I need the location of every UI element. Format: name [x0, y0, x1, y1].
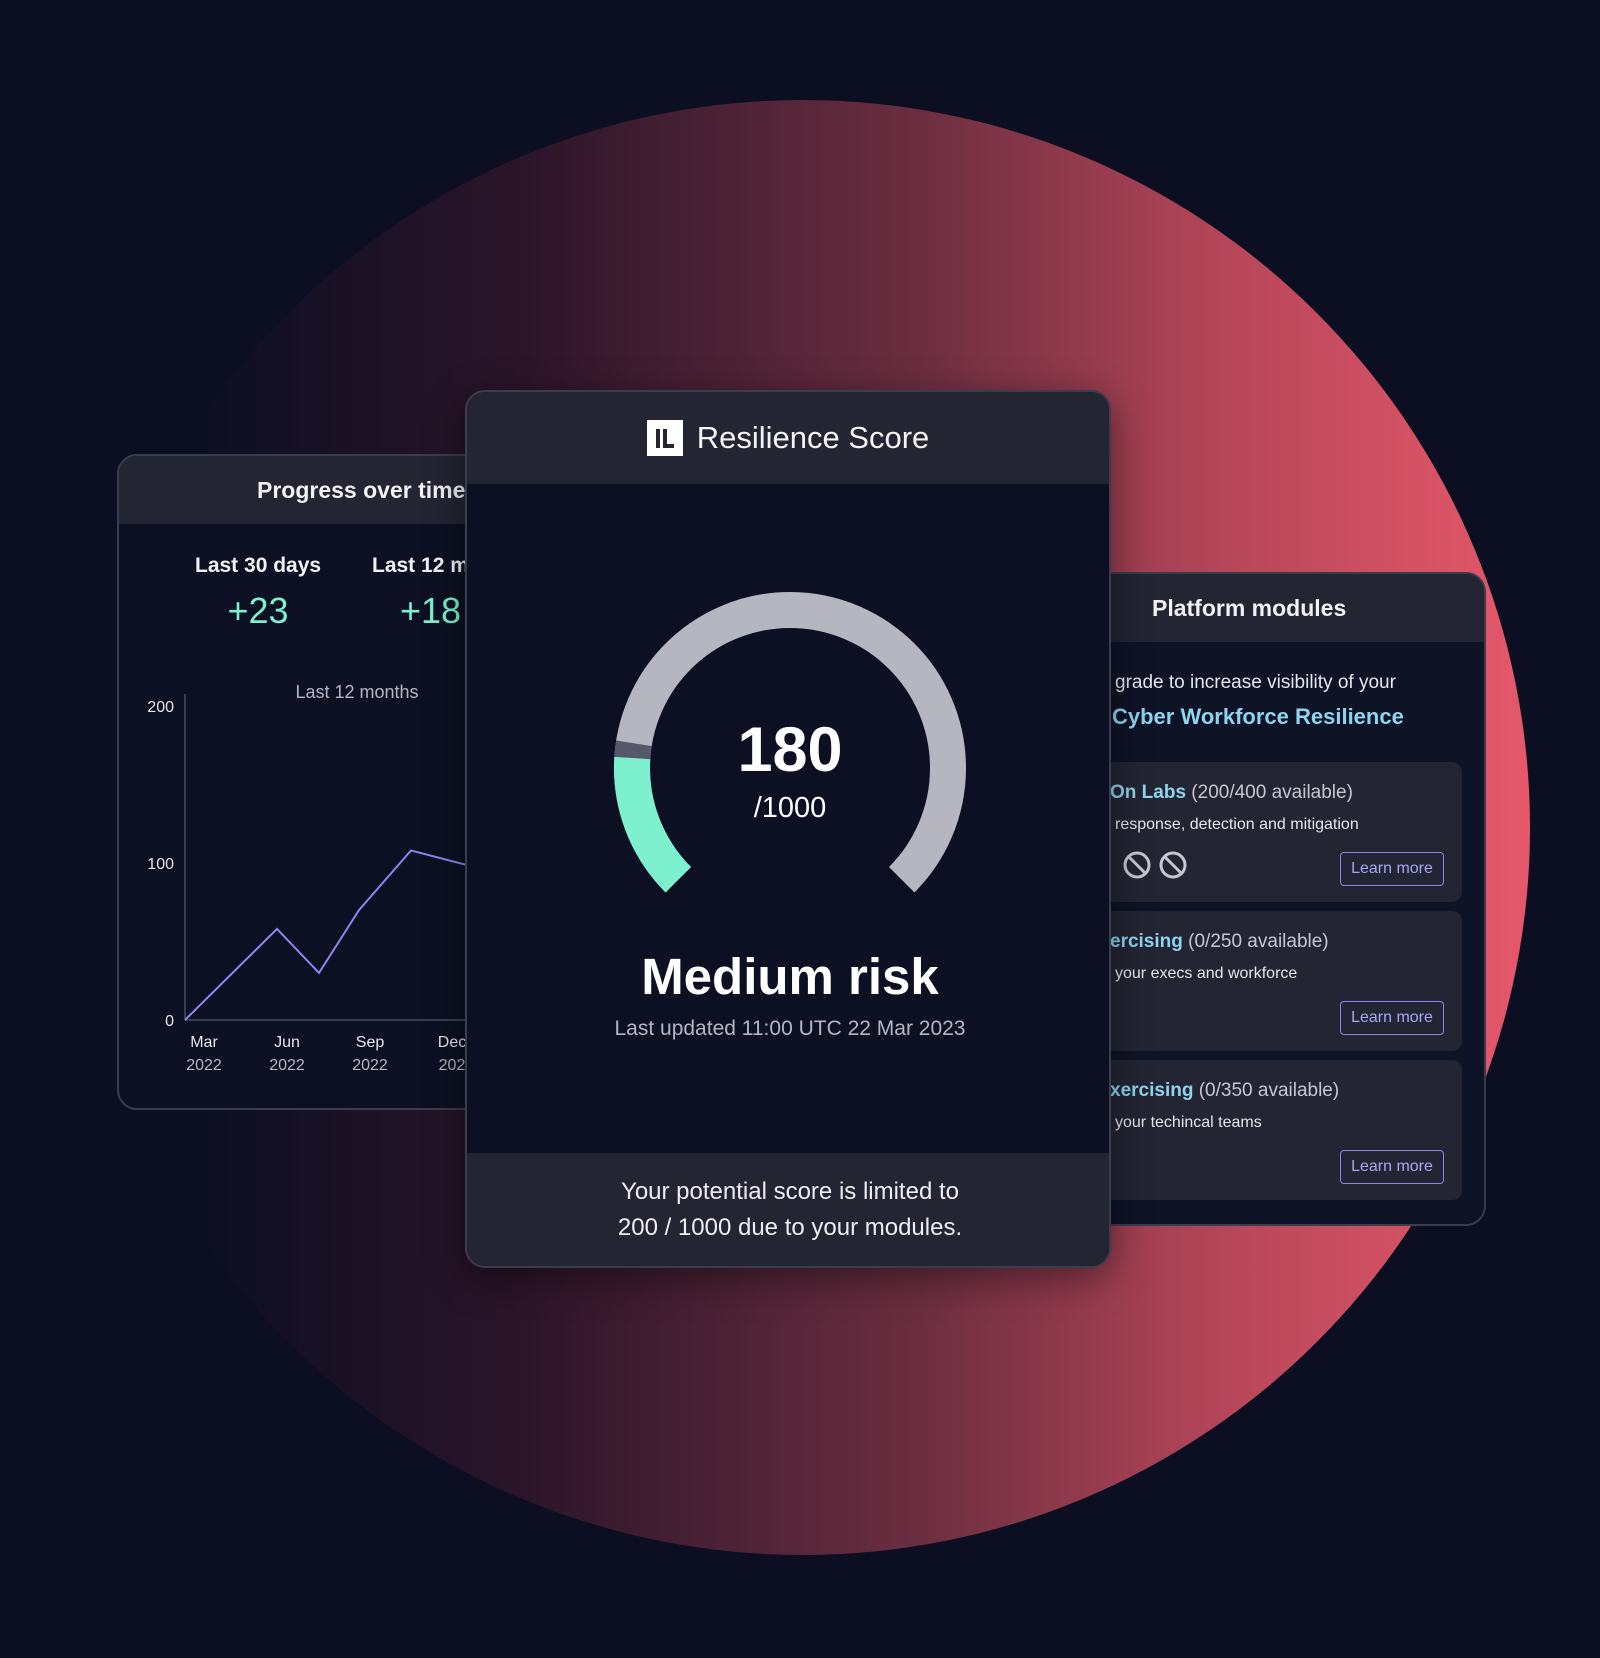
y-tick-label: 0	[165, 1013, 174, 1030]
learn-more-button[interactable]: Learn more	[1340, 1001, 1444, 1035]
module-title: xercising (0/350 available)	[1110, 1080, 1340, 1101]
upgrade-promo-text: grade to increase visibility of your	[1115, 672, 1396, 693]
module-description: your execs and workforce	[1115, 965, 1298, 982]
platform-modules-card: Platform modules grade to increase visib…	[1060, 572, 1486, 1226]
x-tick-year: 2022	[352, 1057, 388, 1074]
module-item-exercising-technical: xercising (0/350 available) your techinc…	[1062, 1060, 1462, 1200]
cyber-workforce-resilience-link[interactable]: Cyber Workforce Resilience	[1112, 704, 1404, 730]
module-title: On Labs (200/400 available)	[1110, 782, 1353, 803]
module-item-exercising-execs: ercising (0/250 available) your execs an…	[1062, 911, 1462, 1051]
footer-line-1: Your potential score is limited to	[621, 1177, 959, 1205]
blocked-icon	[1123, 851, 1151, 879]
module-title: ercising (0/250 available)	[1110, 931, 1329, 952]
module-item-labs: On Labs (200/400 available) response, de…	[1062, 762, 1462, 902]
series-line	[184, 849, 472, 1021]
chart-title: Last 12 months	[295, 682, 418, 702]
risk-level: Medium risk	[641, 948, 939, 1005]
x-tick-month: Jun	[274, 1034, 300, 1051]
learn-more-button[interactable]: Learn more	[1340, 852, 1444, 886]
score-max: /1000	[753, 792, 827, 824]
x-tick-month: Mar	[190, 1034, 218, 1051]
x-tick-month: Dec	[438, 1034, 466, 1051]
score-value: 180	[737, 715, 843, 785]
y-tick-label: 100	[147, 856, 174, 873]
modules-card-title: Platform modules	[1062, 574, 1484, 642]
x-tick-year: 2022	[269, 1057, 305, 1074]
module-description: your techincal teams	[1115, 1114, 1262, 1131]
resilience-score-card: Resilience Score 180 /1000 Medium risk L…	[465, 390, 1111, 1268]
potential-score-footer: Your potential score is limited to 200 /…	[467, 1153, 1109, 1266]
last-updated-text: Last updated 11:00 UTC 22 Mar 2023	[614, 1017, 966, 1040]
y-tick-label: 200	[147, 699, 174, 716]
module-description: response, detection and mitigation	[1115, 816, 1359, 833]
score-gauge	[614, 592, 966, 893]
learn-more-button[interactable]: Learn more	[1340, 1150, 1444, 1184]
x-tick-year: 202	[439, 1057, 466, 1074]
footer-line-2: 200 / 1000 due to your modules.	[617, 1213, 963, 1241]
x-tick-month: Sep	[356, 1034, 385, 1051]
blocked-icon	[1159, 851, 1187, 879]
x-tick-year: 2022	[186, 1057, 222, 1074]
